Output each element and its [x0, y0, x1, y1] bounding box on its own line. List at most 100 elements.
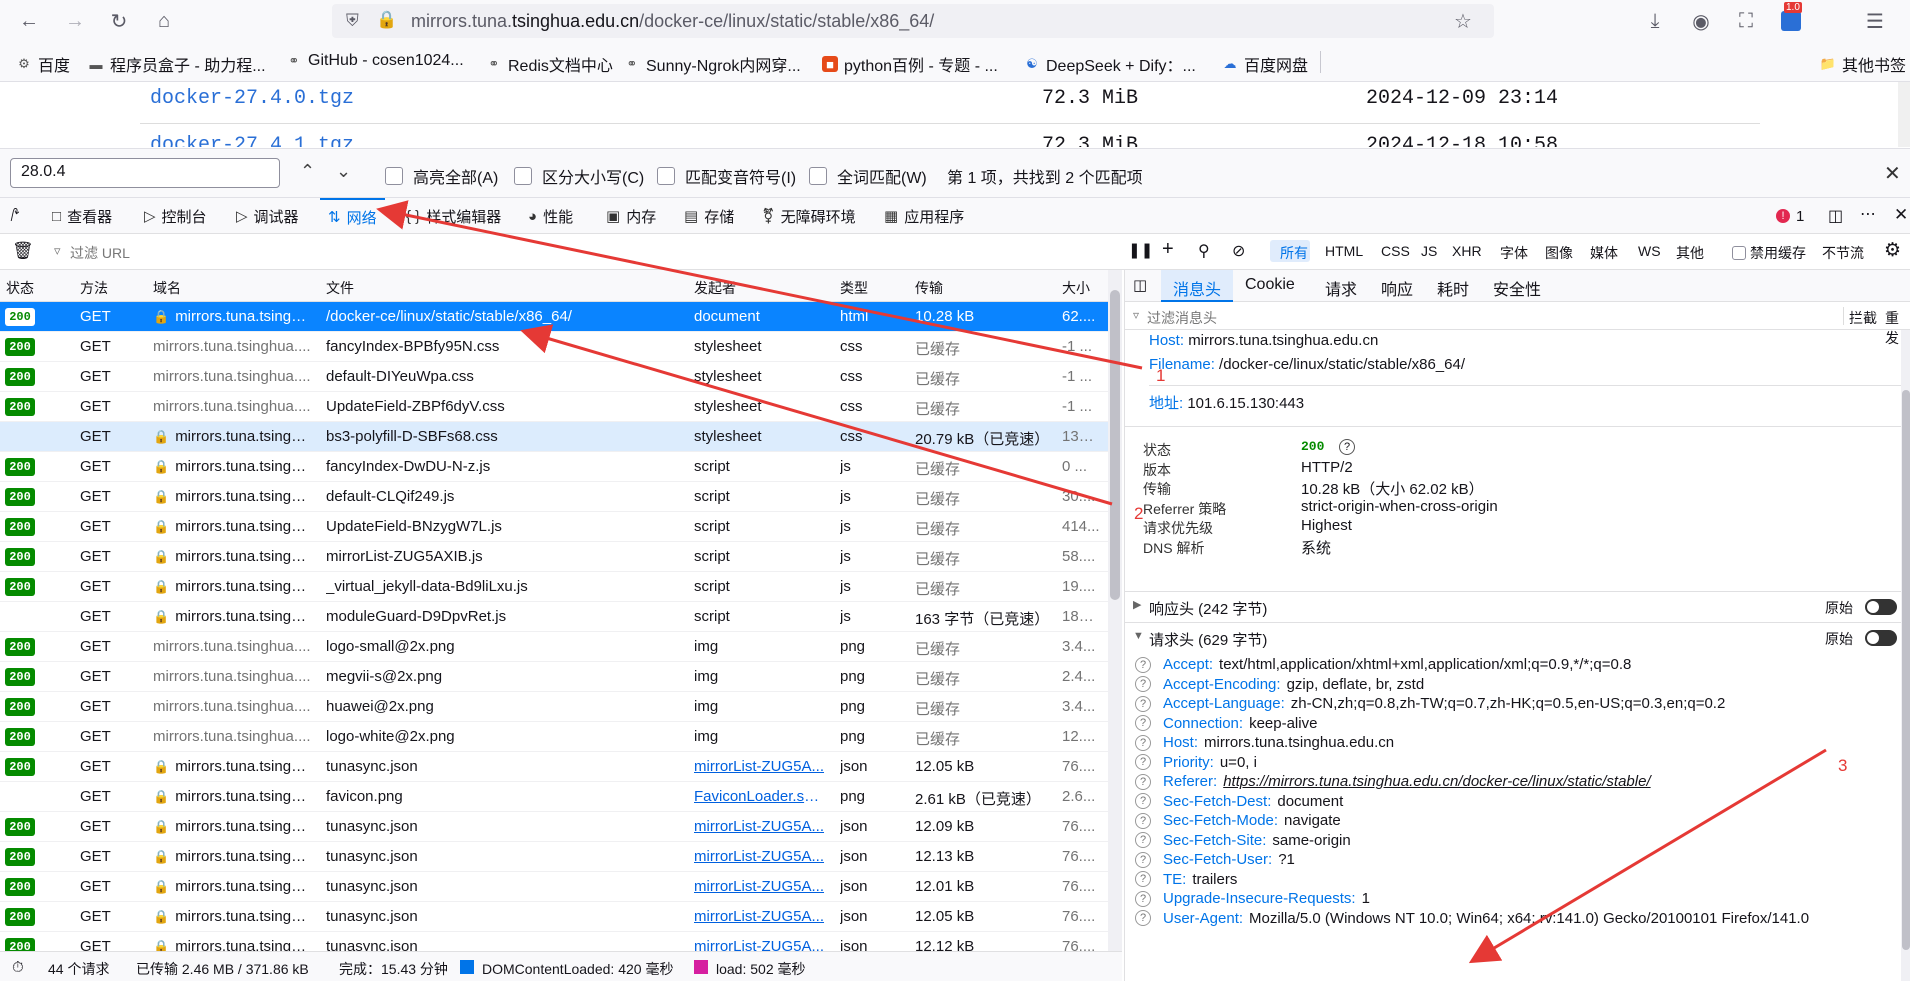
- tab-inspector[interactable]: □ 查看器: [52, 198, 112, 234]
- downloads-icon[interactable]: ⤓: [1642, 8, 1668, 34]
- page-scrollbar[interactable]: [1898, 82, 1910, 147]
- help-icon[interactable]: ?: [1135, 851, 1151, 868]
- file-link[interactable]: docker-27.4.0.tgz: [150, 87, 354, 110]
- col-method[interactable]: 方法: [80, 278, 108, 298]
- type-filter-xhr[interactable]: XHR: [1452, 243, 1482, 259]
- bookmark-star-icon[interactable]: ☆: [1454, 9, 1472, 34]
- table-row[interactable]: 200 GET mirrors.tuna.tsinghua.... default-D…: [0, 362, 1108, 392]
- table-row[interactable]: 200 GET mirrors.tuna.tsinghua.... UpdateFie…: [0, 392, 1108, 422]
- whole-words-checkbox[interactable]: 全词匹配(W): [809, 164, 927, 188]
- help-icon[interactable]: ?: [1135, 715, 1151, 731]
- bookmark-item[interactable]: ⚭ Sunny-Ngrok内网穿...: [624, 52, 801, 76]
- checkbox-box[interactable]: [385, 167, 403, 185]
- pause-icon[interactable]: ❚❚: [1128, 241, 1153, 259]
- help-icon[interactable]: ?: [1135, 676, 1151, 692]
- raw-toggle[interactable]: [1865, 630, 1897, 646]
- find-previous-icon[interactable]: ⌃: [300, 161, 315, 182]
- type-filter-css[interactable]: CSS: [1381, 243, 1410, 259]
- raw-toggle[interactable]: [1865, 599, 1897, 615]
- element-picker-icon[interactable]: ⭚: [10, 206, 20, 226]
- shield-icon[interactable]: ⛨: [346, 11, 359, 31]
- settings-gear-icon[interactable]: ⚙: [1884, 239, 1901, 262]
- bookmark-item[interactable]: ▬ 程序员盒子 - 助力程...: [88, 52, 266, 76]
- col-type[interactable]: 类型: [840, 278, 868, 298]
- tab-accessibility[interactable]: ⚧ 无障碍环境: [762, 198, 856, 234]
- filter-headers-input[interactable]: 过滤消息头: [1147, 308, 1217, 328]
- cell-initiator[interactable]: mirrorList-ZUG5A...: [694, 938, 826, 951]
- match-diacritics-checkbox[interactable]: 匹配变音符号(I): [657, 164, 796, 188]
- other-bookmarks[interactable]: 📁 其他书签: [1820, 52, 1906, 76]
- account-icon[interactable]: ◉: [1688, 8, 1714, 34]
- type-filter-image[interactable]: 图像: [1545, 243, 1573, 263]
- dock-icon[interactable]: ◫: [1828, 206, 1843, 226]
- file-link[interactable]: docker-27.4.1.tgz: [150, 134, 354, 147]
- table-row[interactable]: GET 🔒 mirrors.tuna.tsingh... favicon.png Fav…: [0, 782, 1108, 812]
- tab-timings[interactable]: 耗时: [1437, 276, 1469, 300]
- tab-memory[interactable]: ▣ 内存: [606, 198, 656, 234]
- type-filter-font[interactable]: 字体: [1500, 243, 1528, 263]
- bookmark-item[interactable]: ⚙ 百度: [16, 52, 70, 76]
- cell-initiator[interactable]: mirrorList-ZUG5A...: [694, 818, 826, 835]
- help-icon[interactable]: ?: [1339, 439, 1355, 455]
- tab-style-editor[interactable]: { } 样式编辑器: [406, 198, 501, 234]
- error-count[interactable]: ! 1: [1776, 198, 1804, 234]
- table-row[interactable]: GET 🔒 mirrors.tuna.tsingh... moduleGuard-D9…: [0, 602, 1108, 632]
- table-row[interactable]: 200 GET 🔒 mirrors.tuna.tsingh... fancyIndex-…: [0, 452, 1108, 482]
- col-transfer[interactable]: 传输: [915, 278, 943, 298]
- table-row[interactable]: 200 GET 🔒 mirrors.tuna.tsingh... tunasync.js…: [0, 842, 1108, 872]
- scrollbar-thumb[interactable]: [1902, 390, 1910, 950]
- help-icon[interactable]: ?: [1135, 695, 1151, 712]
- block-button[interactable]: 拦截: [1849, 308, 1877, 328]
- help-icon[interactable]: ?: [1135, 734, 1151, 751]
- help-icon[interactable]: ?: [1135, 656, 1151, 673]
- panel-scrollbar[interactable]: [1901, 330, 1910, 981]
- search-icon[interactable]: ⚲: [1198, 241, 1210, 261]
- throttle-select[interactable]: 不节流: [1822, 243, 1864, 263]
- col-size[interactable]: 大小: [1062, 278, 1090, 298]
- header-value[interactable]: https://mirrors.tuna.tsinghua.edu.cn/doc…: [1223, 773, 1650, 790]
- tab-cookie[interactable]: Cookie: [1245, 276, 1295, 294]
- help-icon[interactable]: ?: [1135, 754, 1151, 770]
- back-arrow-icon[interactable]: ←: [16, 8, 42, 34]
- cell-initiator[interactable]: mirrorList-ZUG5A...: [694, 848, 826, 865]
- tab-debugger[interactable]: ▷ 调试器: [236, 198, 299, 234]
- extensions-icon[interactable]: ⛶: [1733, 8, 1759, 34]
- help-icon[interactable]: ?: [1135, 890, 1151, 907]
- cell-initiator[interactable]: mirrorList-ZUG5A...: [694, 878, 826, 895]
- menu-icon[interactable]: ☰: [1862, 8, 1888, 34]
- table-row[interactable]: 200 GET 🔒 mirrors.tuna.tsingh... tunasync.js…: [0, 902, 1108, 932]
- toggle-sidebar-icon[interactable]: ◫: [1133, 276, 1147, 294]
- tab-console[interactable]: ▷ 控制台: [144, 198, 207, 234]
- stopwatch-icon[interactable]: ⏱: [12, 959, 24, 976]
- home-icon[interactable]: ⌂: [151, 8, 177, 34]
- tab-application[interactable]: ▦ 应用程序: [884, 198, 964, 234]
- tab-security[interactable]: 安全性: [1493, 276, 1541, 300]
- table-row[interactable]: 200 GET mirrors.tuna.tsinghua.... logo-smal…: [0, 632, 1108, 662]
- bookmark-item[interactable]: ☁ 百度网盘: [1222, 52, 1309, 76]
- block-icon[interactable]: ⊘: [1232, 241, 1245, 261]
- tab-network[interactable]: ⇅ 网络: [320, 198, 385, 234]
- help-icon[interactable]: ?: [1135, 910, 1151, 926]
- reload-icon[interactable]: ↻: [106, 8, 132, 34]
- table-row[interactable]: 200 GET 🔒 mirrors.tuna.tsingh... UpdateField…: [0, 512, 1108, 542]
- table-row[interactable]: 200 GET 🔒 mirrors.tuna.tsingh... _virtual_je…: [0, 572, 1108, 602]
- tab-storage[interactable]: ▤ 存储: [684, 198, 734, 234]
- checkbox-box[interactable]: [514, 167, 532, 185]
- cell-initiator[interactable]: FaviconLoader.sys....: [694, 788, 826, 805]
- bookmark-item[interactable]: ⚭ Redis文档中心: [486, 52, 613, 76]
- disable-cache-checkbox[interactable]: 禁用缓存: [1732, 243, 1806, 263]
- extension-badge-icon[interactable]: 1.0: [1778, 2, 1804, 34]
- plus-icon[interactable]: +: [1162, 238, 1174, 261]
- help-icon[interactable]: ?: [1135, 832, 1151, 848]
- filter-url-input[interactable]: 过滤 URL: [70, 243, 130, 263]
- close-icon[interactable]: ✕: [1884, 161, 1901, 186]
- bookmark-item[interactable]: ■ python百例 - 专题 - ...: [822, 52, 998, 76]
- help-icon[interactable]: ?: [1135, 871, 1151, 887]
- forward-arrow-icon[interactable]: →: [62, 8, 88, 34]
- table-row[interactable]: GET 🔒 mirrors.tuna.tsingh... bs3-polyfill-D…: [0, 422, 1108, 452]
- type-filter-html[interactable]: HTML: [1325, 243, 1363, 259]
- table-row[interactable]: 200 GET mirrors.tuna.tsinghua.... logo-whit…: [0, 722, 1108, 752]
- match-case-checkbox[interactable]: 区分大小写(C): [514, 164, 644, 188]
- table-row[interactable]: 200 GET mirrors.tuna.tsinghua.... fancyInde…: [0, 332, 1108, 362]
- type-filter-all[interactable]: 所有: [1280, 243, 1308, 263]
